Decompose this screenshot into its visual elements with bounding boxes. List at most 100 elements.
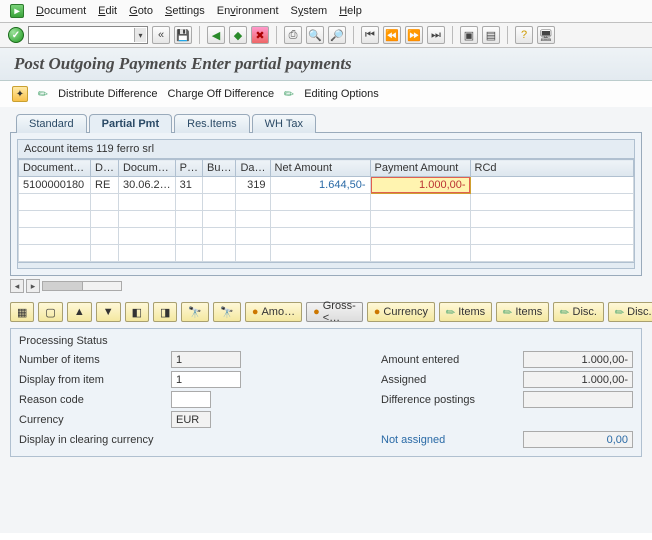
cell-bu[interactable] <box>203 177 236 194</box>
system-toolbar: ✓ ▾ « 💾 ◀ ◆ ✖ ⎙ 🔍 🔎 ⏮ ⏪ ⏩ ⏭ ▣ ▤ ? 🖥 <box>0 23 652 48</box>
editing-options-button[interactable]: Editing Options <box>304 88 379 100</box>
menu-document[interactable]: DDocumentocument <box>36 5 86 17</box>
col-bu[interactable]: Bu… <box>203 160 236 177</box>
col-payment-amount[interactable]: Payment Amount <box>370 160 470 177</box>
command-dropdown-icon[interactable]: ▾ <box>134 28 146 42</box>
menu-system[interactable]: System <box>291 5 328 17</box>
enter-icon[interactable]: ✓ <box>8 27 24 43</box>
col-da[interactable]: Da… <box>236 160 270 177</box>
cell-document[interactable]: 5100000180 <box>19 177 91 194</box>
items-activate-button[interactable]: ✎Items <box>439 302 492 322</box>
shortcut-icon[interactable]: ▤ <box>482 26 500 44</box>
reason-code-field[interactable] <box>171 391 211 408</box>
disc-activate-button[interactable]: ✎Disc. <box>553 302 604 322</box>
collapse-icon[interactable]: « <box>152 26 170 44</box>
sort-asc-button[interactable]: ▲ <box>67 302 92 322</box>
tab-partial-pmt[interactable]: Partial Pmt <box>89 114 172 133</box>
table-row[interactable] <box>19 245 634 262</box>
save-icon[interactable]: 💾 <box>174 26 192 44</box>
prev-page-icon[interactable]: ⏪ <box>383 26 401 44</box>
pencil-icon: ✎ <box>281 85 298 102</box>
find-icon[interactable]: 🔍 <box>306 26 324 44</box>
gross-button[interactable]: ●Gross-<… <box>306 302 363 322</box>
table-row[interactable] <box>19 211 634 228</box>
assigned-label: Assigned <box>381 374 511 386</box>
tab-standard[interactable]: Standard <box>16 114 87 133</box>
currency-label: Currency <box>383 306 428 318</box>
currency-button[interactable]: ●Currency <box>367 302 435 322</box>
sort-desc-button[interactable]: ▼ <box>96 302 121 322</box>
cell-rcd[interactable] <box>470 177 633 194</box>
separator <box>276 26 277 44</box>
wizard-icon[interactable]: ✦ <box>12 86 28 102</box>
back-icon[interactable]: ◀ <box>207 26 225 44</box>
cancel-icon[interactable]: ✖ <box>251 26 269 44</box>
assigned-field: 1.000,00- <box>523 371 633 388</box>
table-row[interactable] <box>19 228 634 245</box>
menu-edit[interactable]: Edit <box>98 5 117 17</box>
cell-net-amount[interactable]: 1.644,50- <box>270 177 370 194</box>
col-d[interactable]: D… <box>91 160 119 177</box>
binoculars-next-icon: 🔭 <box>220 306 234 319</box>
col-left-icon: ◧ <box>132 306 142 319</box>
scroll-track[interactable] <box>42 281 122 291</box>
table-row[interactable] <box>19 194 634 211</box>
exit-icon[interactable]: ◆ <box>229 26 247 44</box>
tab-res-items[interactable]: Res.Items <box>174 114 250 133</box>
table-row[interactable]: 5100000180 RE 30.06.2… 31 319 1.644,50- … <box>19 177 634 194</box>
col-rcd[interactable]: RCd <box>470 160 633 177</box>
find-next-icon[interactable]: 🔎 <box>328 26 346 44</box>
deselect-icon: ▢ <box>45 306 55 319</box>
amount-button[interactable]: ●Amo… <box>245 302 302 322</box>
col-net-amount[interactable]: Net Amount <box>270 160 370 177</box>
amount-entered-label: Amount entered <box>381 354 511 366</box>
command-field[interactable] <box>28 26 148 44</box>
charge-off-difference-button[interactable]: Charge Off Difference <box>168 88 275 100</box>
sort-asc-icon: ▲ <box>74 306 85 318</box>
horizontal-scrollbar[interactable]: ◂ ▸ <box>10 276 642 296</box>
first-page-icon[interactable]: ⏮ <box>361 26 379 44</box>
coin-icon: ● <box>374 306 381 318</box>
display-clearing-label: Display in clearing currency <box>19 434 241 446</box>
col-right-button[interactable]: ◨ <box>153 302 177 322</box>
cell-d[interactable]: RE <box>91 177 119 194</box>
last-page-icon[interactable]: ⏭ <box>427 26 445 44</box>
command-field-wrap: ▾ <box>28 26 148 44</box>
display-from-field[interactable]: 1 <box>171 371 241 388</box>
new-session-icon[interactable]: ▣ <box>460 26 478 44</box>
tab-wh-tax[interactable]: WH Tax <box>252 114 316 133</box>
cell-da[interactable]: 319 <box>236 177 270 194</box>
cell-p[interactable]: 31 <box>175 177 202 194</box>
items-deactivate-button[interactable]: ✎Items <box>496 302 549 322</box>
find-button[interactable]: 🔭 <box>181 302 209 322</box>
col-p[interactable]: P… <box>175 160 202 177</box>
menu-goto[interactable]: Goto <box>129 5 153 17</box>
panel-title: Processing Status <box>19 335 633 347</box>
col-document[interactable]: Document… <box>19 160 91 177</box>
print-icon[interactable]: ⎙ <box>284 26 302 44</box>
layout-icon[interactable]: 🖥 <box>537 26 555 44</box>
edit-icon[interactable]: ✎ <box>35 85 52 102</box>
menu-environment[interactable]: Environment <box>217 5 279 17</box>
col-docdate[interactable]: Docum… <box>118 160 175 177</box>
menu-help[interactable]: Help <box>339 5 362 17</box>
deselect-all-button[interactable]: ▢ <box>38 302 62 322</box>
amount-entered-field: 1.000,00- <box>523 351 633 368</box>
separator <box>353 26 354 44</box>
next-page-icon[interactable]: ⏩ <box>405 26 423 44</box>
scroll-right-icon[interactable]: ▸ <box>26 279 40 293</box>
grid-table: Document… D… Docum… P… Bu… Da… Net Amoun… <box>18 159 634 262</box>
col-left-button[interactable]: ◧ <box>125 302 149 322</box>
cell-docdate[interactable]: 30.06.2… <box>118 177 175 194</box>
scroll-left-icon[interactable]: ◂ <box>10 279 24 293</box>
coin-icon: ● <box>252 306 259 318</box>
separator <box>199 26 200 44</box>
distribute-difference-button[interactable]: Distribute Difference <box>58 88 157 100</box>
help-icon[interactable]: ? <box>515 26 533 44</box>
scroll-thumb[interactable] <box>43 282 83 290</box>
cell-payment-amount[interactable]: 1.000,00- <box>370 177 470 194</box>
select-all-button[interactable]: ▦ <box>10 302 34 322</box>
disc-deactivate-button[interactable]: ✎Disc. <box>608 302 652 322</box>
find-next-button[interactable]: 🔭 <box>213 302 241 322</box>
menu-settings[interactable]: Settings <box>165 5 205 17</box>
